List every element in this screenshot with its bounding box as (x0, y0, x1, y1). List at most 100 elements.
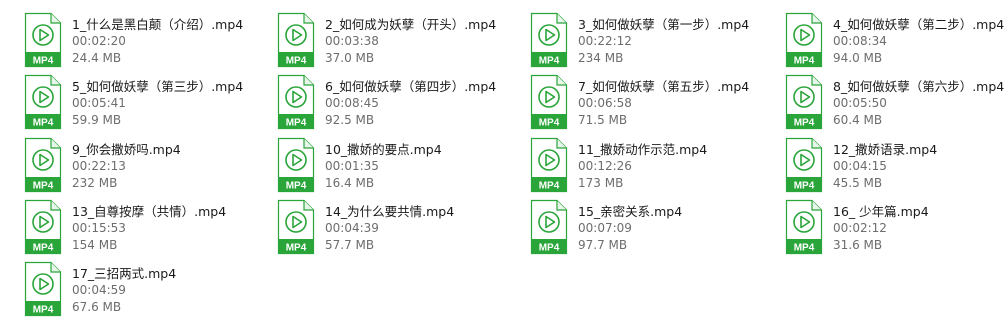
video-file-icon: MP4 (277, 74, 315, 130)
file-duration: 00:08:45 (325, 96, 379, 110)
video-file-icon: MP4 (277, 12, 315, 68)
file-size: 31.6 MB (833, 238, 883, 252)
file-duration: 00:06:58 (578, 96, 632, 110)
mp4-video-file-icon: MP4 (24, 74, 62, 130)
file-name: 8_如何做妖孽（第六步）.mp4 (833, 79, 1005, 94)
badge-label: MP4 (33, 243, 54, 254)
video-file-icon: MP4 (785, 12, 823, 68)
file-name: 9_你会撒娇吗.mp4 (72, 142, 181, 157)
mp4-video-file-icon: MP4 (785, 137, 823, 193)
file-size: 92.5 MB (325, 113, 375, 127)
mp4-video-file-icon: MP4 (785, 74, 823, 130)
video-file-icon: MP4 (24, 12, 62, 68)
file-item-6[interactable]: MP4 6_如何做妖孽（第四步）.mp4 00:08:45 92.5 MB (277, 74, 517, 132)
file-item-12[interactable]: MP4 12_撒娇语录.mp4 00:04:15 45.5 MB (785, 137, 1008, 195)
file-size: 154 MB (72, 238, 118, 252)
badge-label: MP4 (539, 56, 560, 67)
badge-label: MP4 (286, 56, 307, 67)
file-item-17[interactable]: MP4 17_三招两式.mp4 00:04:59 67.6 MB (24, 261, 264, 319)
file-name: 2_如何成为妖孽（开头）.mp4 (325, 17, 497, 32)
file-item-5[interactable]: MP4 5_如何做妖孽（第三步）.mp4 00:05:41 59.9 MB (24, 74, 264, 132)
badge-label: MP4 (794, 118, 815, 129)
mp4-video-file-icon: MP4 (785, 12, 823, 68)
file-duration: 00:03:38 (325, 34, 379, 48)
mp4-video-file-icon: MP4 (785, 199, 823, 255)
video-file-icon: MP4 (277, 199, 315, 255)
file-item-16[interactable]: MP4 16_ 少年篇.mp4 00:02:12 31.6 MB (785, 199, 1008, 257)
badge-label: MP4 (794, 181, 815, 192)
file-duration: 00:04:39 (325, 221, 379, 235)
mp4-video-file-icon: MP4 (277, 74, 315, 130)
video-file-icon: MP4 (277, 137, 315, 193)
file-size: 97.7 MB (578, 238, 628, 252)
file-name: 15_亲密关系.mp4 (578, 204, 683, 219)
file-duration: 00:02:20 (72, 34, 126, 48)
file-name: 6_如何做妖孽（第四步）.mp4 (325, 79, 497, 94)
file-duration: 00:04:15 (833, 159, 887, 173)
video-file-icon: MP4 (530, 74, 568, 130)
video-file-icon: MP4 (24, 74, 62, 130)
video-file-icon: MP4 (785, 199, 823, 255)
file-item-3[interactable]: MP4 3_如何做妖孽（第一步）.mp4 00:22:12 234 MB (530, 12, 770, 70)
file-duration: 00:08:34 (833, 34, 887, 48)
badge-label: MP4 (794, 243, 815, 254)
file-size: 94.0 MB (833, 51, 883, 65)
badge-label: MP4 (286, 118, 307, 129)
badge-label: MP4 (539, 243, 560, 254)
file-duration: 00:15:53 (72, 221, 126, 235)
file-item-10[interactable]: MP4 10_撒娇的要点.mp4 00:01:35 16.4 MB (277, 137, 517, 195)
file-item-9[interactable]: MP4 9_你会撒娇吗.mp4 00:22:13 232 MB (24, 137, 264, 195)
file-size: 57.7 MB (325, 238, 375, 252)
badge-label: MP4 (33, 56, 54, 67)
file-size: 60.4 MB (833, 113, 883, 127)
file-size: 59.9 MB (72, 113, 122, 127)
mp4-video-file-icon: MP4 (24, 199, 62, 255)
mp4-video-file-icon: MP4 (530, 199, 568, 255)
file-item-4[interactable]: MP4 4_如何做妖孽（第二步）.mp4 00:08:34 94.0 MB (785, 12, 1008, 70)
file-item-7[interactable]: MP4 7_如何做妖孽（第五步）.mp4 00:06:58 71.5 MB (530, 74, 770, 132)
mp4-video-file-icon: MP4 (277, 12, 315, 68)
file-name: 16_ 少年篇.mp4 (833, 204, 929, 219)
file-name: 10_撒娇的要点.mp4 (325, 142, 442, 157)
mp4-video-file-icon: MP4 (530, 74, 568, 130)
mp4-video-file-icon: MP4 (24, 261, 62, 317)
file-item-11[interactable]: MP4 11_撒娇动作示范.mp4 00:12:26 173 MB (530, 137, 770, 195)
file-duration: 00:05:50 (833, 96, 887, 110)
file-item-2[interactable]: MP4 2_如何成为妖孽（开头）.mp4 00:03:38 37.0 MB (277, 12, 517, 70)
mp4-video-file-icon: MP4 (530, 137, 568, 193)
badge-label: MP4 (33, 118, 54, 129)
video-file-icon: MP4 (24, 137, 62, 193)
file-size: 24.4 MB (72, 51, 122, 65)
video-file-icon: MP4 (530, 199, 568, 255)
file-size: 71.5 MB (578, 113, 628, 127)
video-file-icon: MP4 (24, 199, 62, 255)
file-duration: 00:02:12 (833, 221, 887, 235)
mp4-video-file-icon: MP4 (277, 137, 315, 193)
mp4-video-file-icon: MP4 (277, 199, 315, 255)
file-duration: 00:12:26 (578, 159, 632, 173)
file-duration: 00:22:13 (72, 159, 126, 173)
file-name: 3_如何做妖孽（第一步）.mp4 (578, 17, 750, 32)
file-size: 232 MB (72, 176, 118, 190)
file-duration: 00:22:12 (578, 34, 632, 48)
file-size: 234 MB (578, 51, 624, 65)
badge-label: MP4 (539, 118, 560, 129)
badge-label: MP4 (33, 305, 54, 316)
file-size: 37.0 MB (325, 51, 375, 65)
file-name: 17_三招两式.mp4 (72, 266, 177, 281)
file-item-13[interactable]: MP4 13_自尊按摩（共情）.mp4 00:15:53 154 MB (24, 199, 264, 257)
file-item-8[interactable]: MP4 8_如何做妖孽（第六步）.mp4 00:05:50 60.4 MB (785, 74, 1008, 132)
file-item-14[interactable]: MP4 14_为什么要共情.mp4 00:04:39 57.7 MB (277, 199, 517, 257)
file-name: 14_为什么要共情.mp4 (325, 204, 455, 219)
file-size: 67.6 MB (72, 300, 122, 314)
badge-label: MP4 (286, 181, 307, 192)
badge-label: MP4 (33, 181, 54, 192)
file-size: 173 MB (578, 176, 624, 190)
file-item-1[interactable]: MP4 1_什么是黑白颠（介绍）.mp4 00:02:20 24.4 MB (24, 12, 264, 70)
file-item-15[interactable]: MP4 15_亲密关系.mp4 00:07:09 97.7 MB (530, 199, 770, 257)
file-name: 1_什么是黑白颠（介绍）.mp4 (72, 17, 244, 32)
video-file-icon: MP4 (785, 74, 823, 130)
file-duration: 00:04:59 (72, 283, 126, 297)
file-name: 11_撒娇动作示范.mp4 (578, 142, 708, 157)
video-file-icon: MP4 (24, 261, 62, 317)
